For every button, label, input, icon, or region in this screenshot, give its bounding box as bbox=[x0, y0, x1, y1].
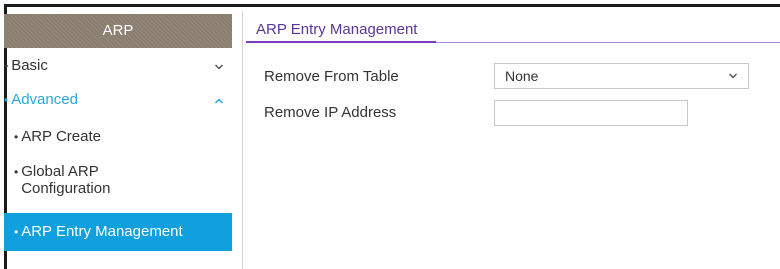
sidebar-item-arp-entry-management[interactable]: • ARP Entry Management bbox=[4, 213, 232, 251]
sidebar-item-label-line2: Configuration bbox=[21, 180, 111, 197]
bullet: • bbox=[4, 59, 9, 73]
chevron-down-icon bbox=[728, 73, 738, 79]
bullet: • bbox=[14, 130, 19, 144]
bullet: • bbox=[4, 93, 9, 107]
sidebar-item-label: ARP Create bbox=[21, 128, 101, 145]
chevron-down-icon[interactable] bbox=[214, 62, 224, 72]
remove-ip-address-label: Remove IP Address bbox=[264, 104, 397, 121]
sidebar-item-label: Global ARP bbox=[21, 163, 99, 180]
remove-from-table-select[interactable]: None bbox=[494, 63, 749, 89]
sidebar-item-global-arp-configuration[interactable]: • Global ARP Configuration bbox=[0, 163, 236, 209]
nav-advanced-label: Advanced bbox=[11, 91, 78, 108]
nav-basic[interactable]: • Basic bbox=[0, 56, 236, 80]
remove-from-table-value: None bbox=[505, 68, 539, 84]
bullet: • bbox=[14, 165, 19, 179]
remove-from-table-label: Remove From Table bbox=[264, 68, 399, 85]
title-underline bbox=[246, 41, 436, 43]
sidebar-item-arp-create[interactable]: • ARP Create bbox=[0, 127, 236, 153]
sidebar-item-label: ARP Entry Management bbox=[21, 223, 183, 240]
page-title: ARP Entry Management bbox=[256, 21, 418, 38]
bullet: • bbox=[14, 225, 19, 239]
sidebar-header: ARP bbox=[4, 14, 232, 48]
nav-basic-label: Basic bbox=[11, 57, 48, 74]
nav-advanced[interactable]: • Advanced bbox=[0, 90, 236, 114]
chevron-up-icon[interactable] bbox=[214, 96, 224, 106]
remove-ip-address-input[interactable] bbox=[494, 100, 688, 126]
